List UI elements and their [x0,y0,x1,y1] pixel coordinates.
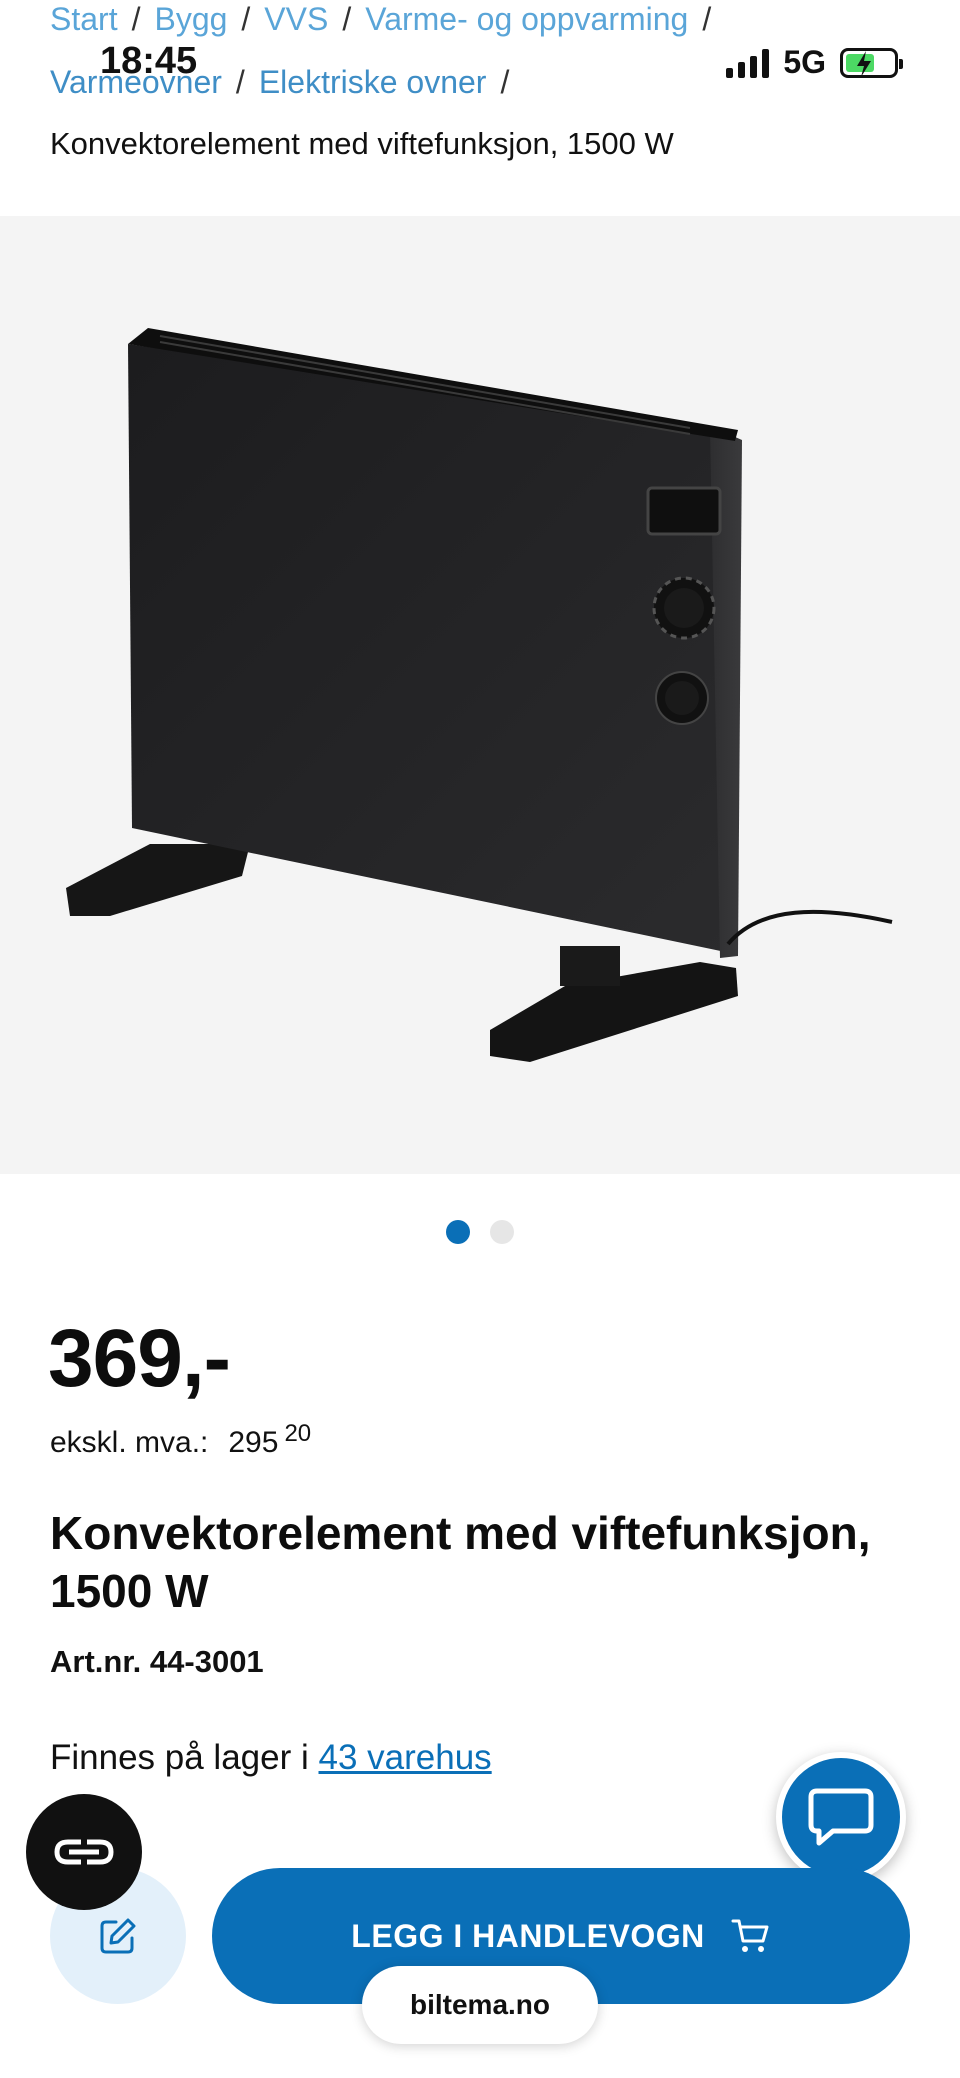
product-image[interactable] [0,216,960,1174]
breadcrumb-separator: / [342,1,352,37]
edit-pencil-icon [100,1918,136,1954]
carousel-dot-2[interactable] [490,1220,514,1244]
ex-vat-main: 295 [228,1426,279,1459]
breadcrumb-bygg[interactable]: Bygg [154,1,227,37]
breadcrumb-varme-og-oppvarming[interactable]: Varme- og oppvarming [365,1,688,37]
breadcrumb-elektriske-ovner[interactable]: Elektriske ovner [259,64,487,100]
breadcrumb-separator: / [235,64,245,100]
stock-info: Finnes på lager i 43 varehus [50,1738,492,1778]
article-number: Art.nr. 44-3001 [50,1644,264,1679]
breadcrumb-separator: / [500,64,510,100]
ex-vat-decimals: 20 [284,1420,312,1447]
heater-illustration [66,328,893,1062]
co-icon [54,1839,114,1865]
signal-icon [726,48,770,78]
price-ex-vat: ekskl. mva.: 295 20 [50,1420,311,1460]
status-time: 18:45 [100,40,198,82]
ex-vat-label: ekskl. mva.: [50,1426,209,1459]
breadcrumb-separator: / [131,1,141,37]
status-indicators: 5G [726,44,903,81]
shopping-cart-icon [731,1919,769,1952]
ex-vat-value: 295 20 [228,1420,311,1460]
image-carousel-dots [0,1220,960,1244]
product-price: 369,- [48,1313,231,1404]
stock-stores-link[interactable]: 43 varehus [319,1738,492,1777]
breadcrumb-start[interactable]: Start [50,1,118,37]
co-assist-button[interactable] [26,1794,142,1910]
breadcrumb-separator: / [241,1,251,37]
browser-url-pill[interactable]: biltema.no [362,1966,598,2044]
chat-bubble-icon [808,1788,874,1846]
stock-prefix: Finnes på lager i [50,1738,309,1777]
breadcrumb-current: Konvektorelement med viftefunksjon, 1500… [50,126,674,161]
network-type: 5G [783,44,826,80]
breadcrumb-vvs[interactable]: VVS [264,1,328,37]
breadcrumb-separator: / [702,1,712,37]
battery-charging-icon [840,47,903,78]
carousel-dot-1[interactable] [446,1220,470,1244]
chat-button[interactable] [776,1752,906,1882]
product-title: Konvektorelement med viftefunksjon, 1500… [50,1507,871,1617]
add-to-cart-label: LEGG I HANDLEVOGN [351,1917,705,1954]
